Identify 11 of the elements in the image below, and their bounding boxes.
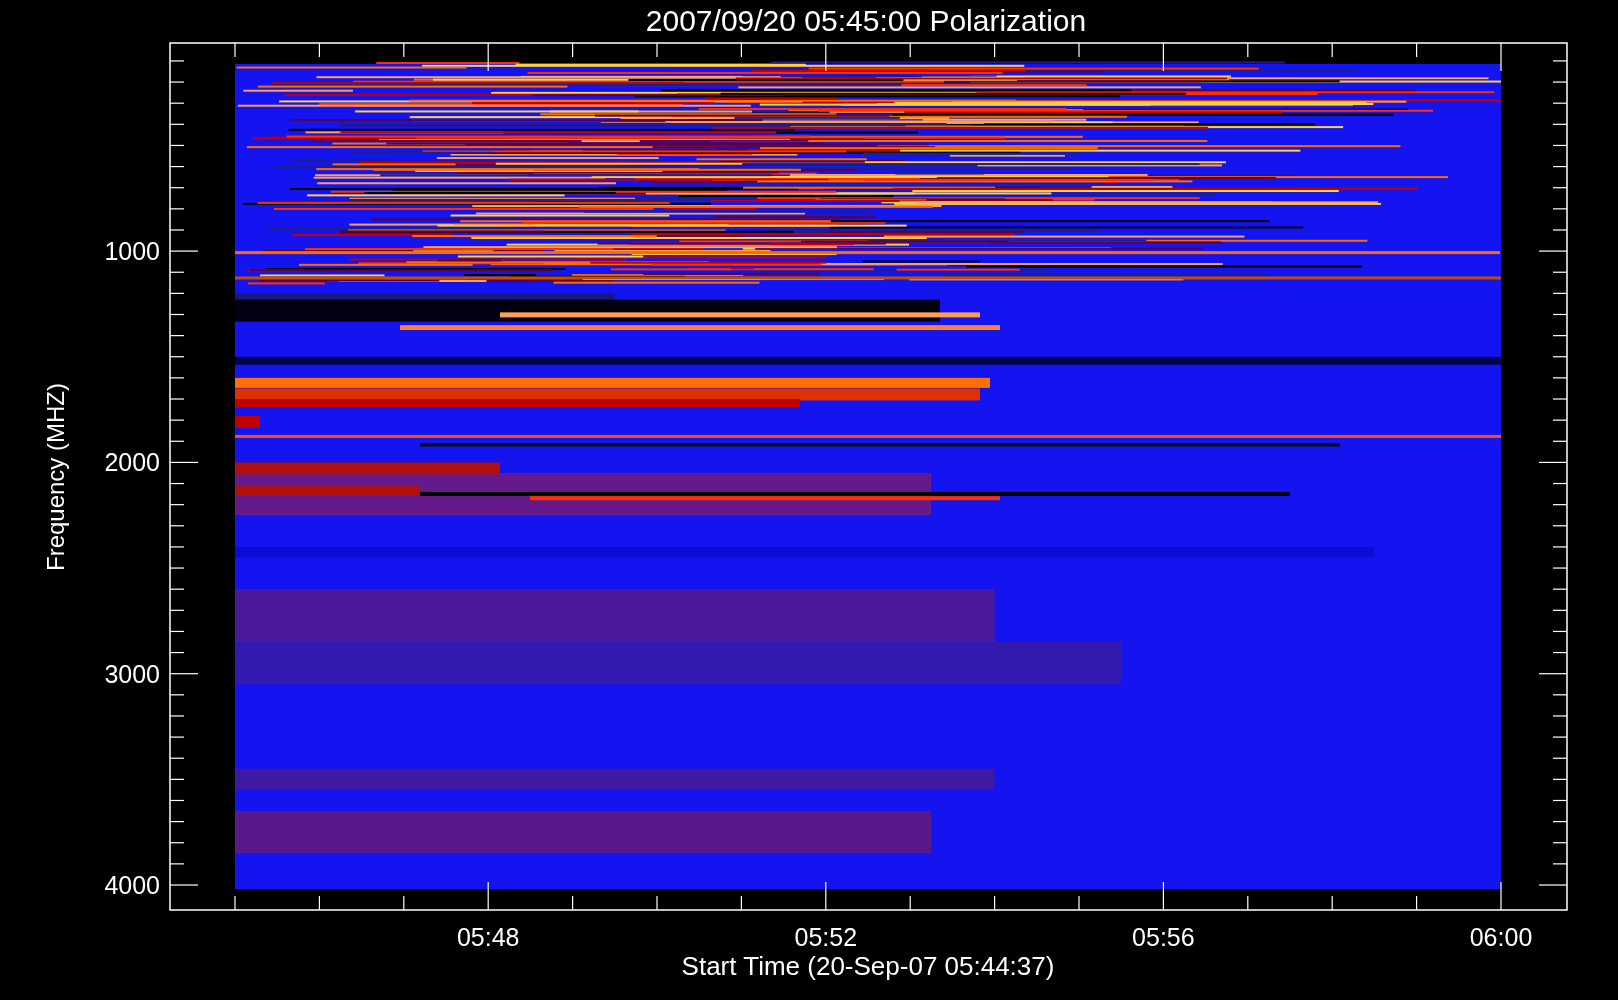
x-tick-label: 05:48: [456, 925, 520, 950]
y-axis-title: Frequency (MHZ): [44, 383, 68, 571]
x-tick-label: 05:56: [1132, 925, 1195, 950]
y-tick-label: 1000: [103, 239, 160, 265]
y-tick-label: 2000: [103, 450, 160, 476]
chart-title: 2007/09/20 05:45:00 Polarization: [645, 6, 1087, 36]
x-tick-label: 05:52: [794, 925, 858, 950]
y-tick-label: 4000: [103, 873, 160, 898]
x-axis-title: Start Time (20-Sep-07 05:44:37): [681, 953, 1055, 979]
x-tick-label: 06:00: [1469, 925, 1533, 950]
y-tick-label: 3000: [103, 661, 160, 687]
